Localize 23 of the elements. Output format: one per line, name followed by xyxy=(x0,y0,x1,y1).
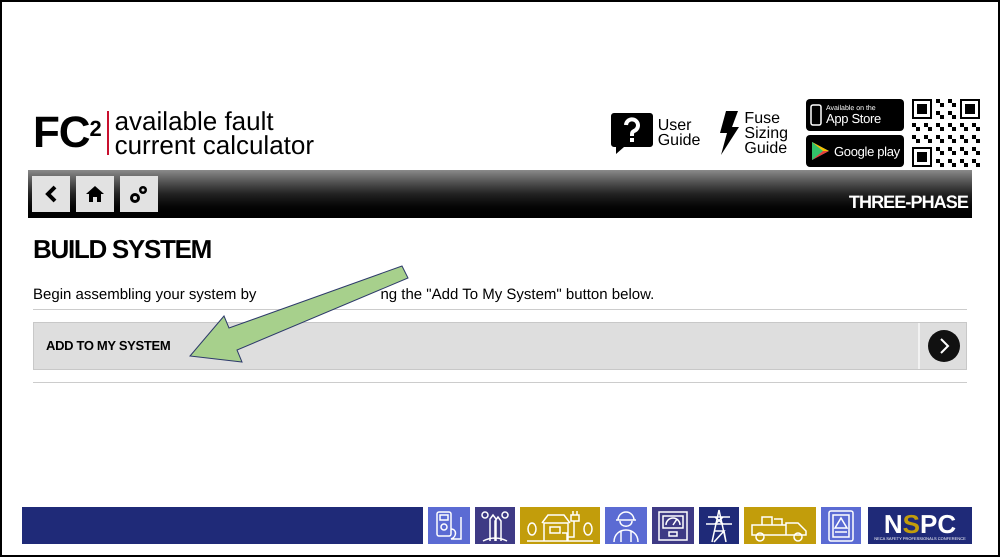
page-heading: BUILD SYSTEM xyxy=(33,236,212,262)
phase-label: THREE-PHASE xyxy=(848,191,968,214)
back-chevron-icon xyxy=(44,185,58,203)
back-button[interactable] xyxy=(32,176,70,212)
google-play-badge[interactable]: Google play xyxy=(806,135,904,167)
intro-text: ng the "Add To My System" button below. xyxy=(380,285,654,305)
user-guide-link[interactable]: User Guide xyxy=(610,111,700,155)
settings-button[interactable] xyxy=(120,176,158,212)
play-triangle-icon xyxy=(810,141,830,161)
qr-code-icon xyxy=(912,99,980,167)
add-to-system-button[interactable]: ADD TO MY SYSTEM xyxy=(33,322,967,370)
chevron-right-icon xyxy=(928,330,960,362)
intro-text: Begin assembling your system by xyxy=(33,285,256,305)
lightning-bolt-icon xyxy=(718,111,740,155)
home-icon xyxy=(85,185,105,203)
app-title: available fault xyxy=(114,109,274,133)
home-button[interactable] xyxy=(76,176,114,212)
app-title: current calculator xyxy=(114,133,314,157)
help-icon xyxy=(610,111,654,155)
fuse-guide-link[interactable]: Fuse Sizing Guide xyxy=(718,110,788,156)
phone-icon xyxy=(810,104,822,126)
electrical-panel-icon xyxy=(826,508,856,542)
logo-mark: FC$^{2}$ xyxy=(33,111,101,155)
